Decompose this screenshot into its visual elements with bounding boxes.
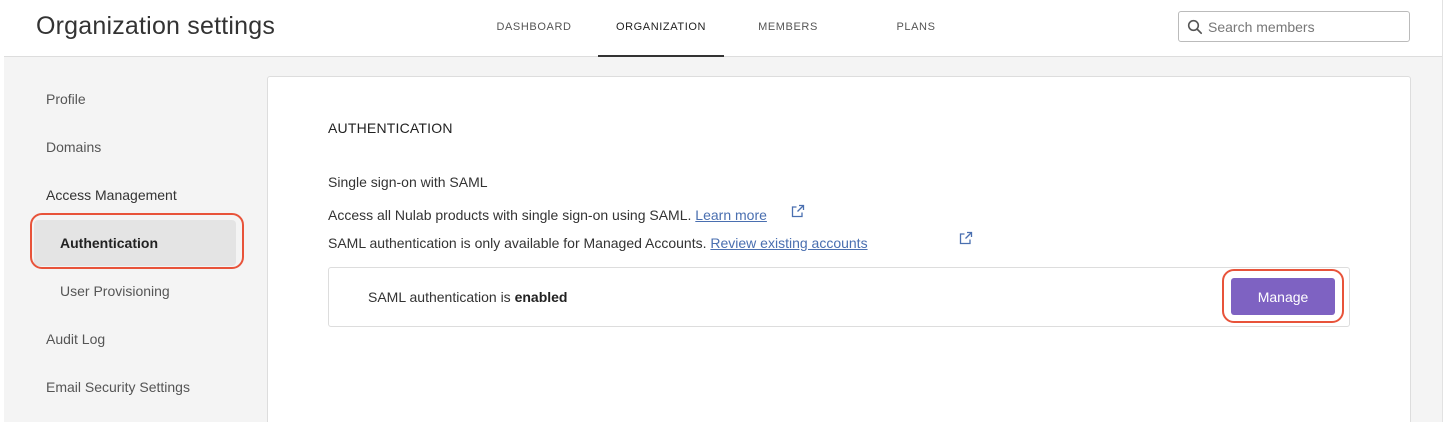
saml-description: Access all Nulab products with single si… [328,207,767,223]
sidebar-item-user-provisioning[interactable]: User Provisioning [60,283,170,299]
saml-status-box: SAML authentication is enabled Manage [328,267,1350,327]
sidebar-item-domains[interactable]: Domains [46,139,101,155]
app-window: Organization settings DASHBOARD ORGANIZA… [0,0,1450,422]
search-input[interactable] [1208,14,1406,39]
sidebar: Profile Domains Access Management Authen… [4,58,266,422]
managed-accounts-note: SAML authentication is only available fo… [328,235,868,251]
tab-plans[interactable]: PLANS [856,0,976,57]
saml-status-prefix: SAML authentication is [368,289,511,305]
tab-members[interactable]: MEMBERS [728,0,848,57]
sidebar-item-audit-log[interactable]: Audit Log [46,331,105,347]
saml-subtitle: Single sign-on with SAML [328,174,488,190]
page-title: Organization settings [36,12,276,40]
learn-more-link[interactable]: Learn more [695,207,767,223]
external-link-icon[interactable] [959,231,973,245]
tab-dashboard[interactable]: DASHBOARD [474,0,594,57]
saml-status-value: enabled [514,289,568,305]
sidebar-item-profile[interactable]: Profile [46,91,86,107]
sidebar-item-authentication[interactable]: Authentication [60,235,158,251]
saml-status-text: SAML authentication is enabled [368,289,567,305]
sidebar-item-access-management[interactable]: Access Management [46,187,177,203]
managed-accounts-text: SAML authentication is only available fo… [328,235,707,251]
search-icon [1187,19,1203,35]
review-accounts-link[interactable]: Review existing accounts [710,235,867,251]
external-link-icon[interactable] [791,204,805,218]
tab-organization[interactable]: ORGANIZATION [598,0,724,57]
section-title: AUTHENTICATION [328,120,453,136]
main-card: AUTHENTICATION Single sign-on with SAML … [267,76,1411,422]
sidebar-item-email-security-settings[interactable]: Email Security Settings [46,379,190,395]
manage-button[interactable]: Manage [1231,278,1335,315]
window-right-edge [1442,0,1450,422]
header-bar: Organization settings DASHBOARD ORGANIZA… [4,0,1442,57]
search-box [1178,11,1410,42]
saml-description-text: Access all Nulab products with single si… [328,207,692,223]
